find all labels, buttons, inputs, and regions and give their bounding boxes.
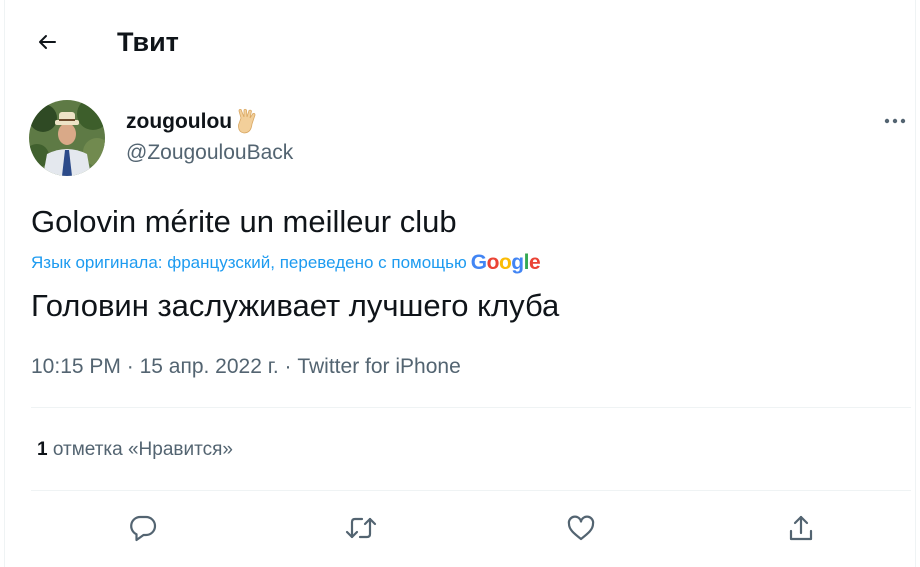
- page-title: Твит: [117, 27, 179, 57]
- back-button[interactable]: [27, 22, 67, 62]
- author-handle[interactable]: @ZougoulouBack: [126, 139, 293, 167]
- meta-separator: ·: [126, 355, 134, 378]
- header: Твит: [5, 0, 915, 84]
- tweet-date[interactable]: 15 апр. 2022 г.: [140, 355, 279, 378]
- author-name-text: zougoulou: [126, 110, 233, 133]
- google-logo: Google: [470, 251, 541, 274]
- avatar[interactable]: [29, 100, 105, 176]
- reply-button[interactable]: [123, 508, 163, 548]
- tweet-page: Твит zougoulou @ZougoulouBack Golovin mé…: [4, 0, 916, 567]
- translation-info: Язык оригинала: французский, переведено …: [31, 251, 541, 275]
- tweet-source[interactable]: Twitter for iPhone: [297, 355, 460, 378]
- share-icon: [786, 513, 816, 543]
- tweet-metadata: 10:15 PM · 15 апр. 2022 г. · Twitter for…: [31, 352, 461, 382]
- more-options-button[interactable]: [875, 106, 915, 136]
- divider: [31, 407, 911, 408]
- action-bar: [31, 500, 911, 556]
- likes-label: отметка «Нравится»: [52, 439, 233, 460]
- heart-icon: [566, 513, 596, 543]
- tweet-time[interactable]: 10:15 PM: [31, 355, 121, 378]
- like-button[interactable]: [561, 508, 601, 548]
- author-name[interactable]: zougoulou: [126, 108, 260, 136]
- translation-label[interactable]: Язык оригинала: французский, переведено …: [31, 251, 467, 275]
- reply-icon: [128, 513, 158, 543]
- meta-separator: ·: [284, 355, 292, 378]
- share-button[interactable]: [781, 508, 821, 548]
- translated-text: Головин заслуживает лучшего клуба: [31, 288, 560, 323]
- retweet-button[interactable]: [341, 508, 381, 548]
- likes-stat[interactable]: 1 отметка «Нравится»: [37, 436, 233, 464]
- retweet-icon: [344, 513, 378, 543]
- divider: [31, 490, 911, 491]
- vulcan-salute-emoji: [234, 108, 260, 136]
- likes-count: 1: [37, 439, 48, 460]
- tweet-text: Golovin mérite un meilleur club: [31, 204, 457, 239]
- arrow-left-icon: [35, 30, 59, 54]
- more-icon: [883, 117, 907, 125]
